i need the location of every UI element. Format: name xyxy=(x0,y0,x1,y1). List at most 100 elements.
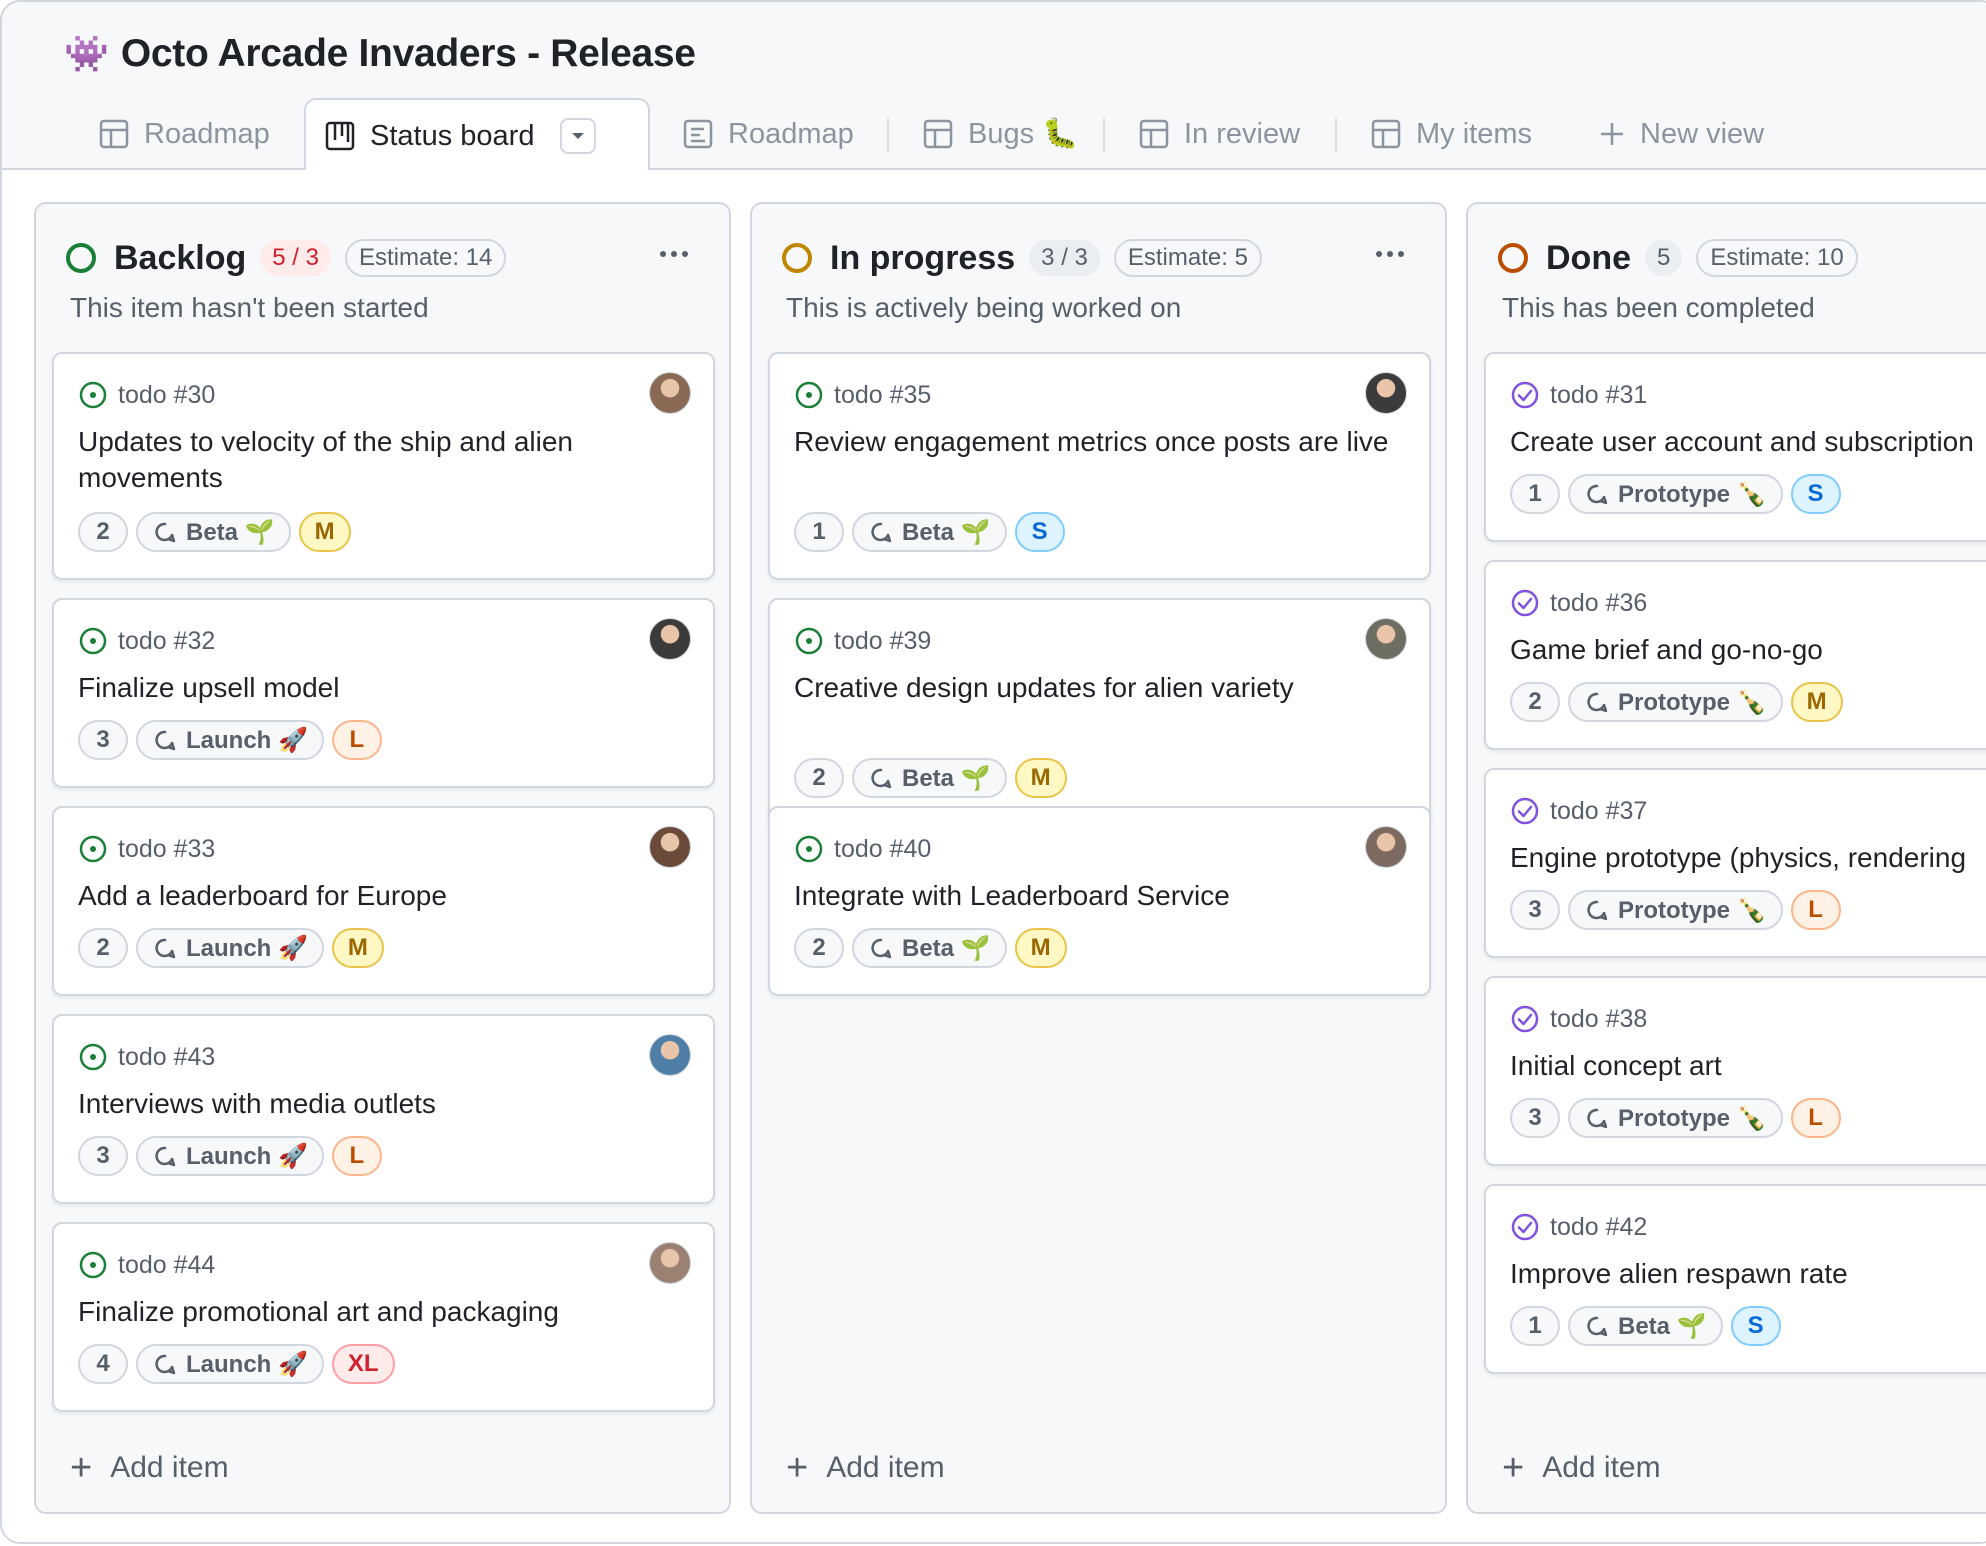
closed-issue-icon xyxy=(1511,589,1539,617)
assignee-avatar[interactable] xyxy=(649,618,691,660)
tab-label: Status board xyxy=(370,119,535,152)
issue-card[interactable]: todo #42 Improve alien respawn rate 1 Beta … xyxy=(1484,1184,1986,1374)
issue-fields: 2 Beta 🌱 M xyxy=(794,758,1067,798)
issue-title[interactable]: Initial concept art xyxy=(1510,1048,1986,1084)
size-token: M xyxy=(1014,758,1067,798)
issue-title[interactable]: Create user account and subscription xyxy=(1510,424,1986,460)
tab-roadmap[interactable]: Roadmap xyxy=(664,98,872,170)
add-item-button[interactable]: + Add item xyxy=(1502,1446,1661,1490)
view-options-dropdown[interactable] xyxy=(560,118,597,154)
issue-title[interactable]: Engine prototype (physics, rendering xyxy=(1510,840,1986,876)
issue-card[interactable]: todo #37 Engine prototype (physics, rende… xyxy=(1484,768,1986,958)
tab-roadmap-table[interactable]: Roadmap xyxy=(80,98,288,170)
issue-fields: 3 Launch 🚀 L xyxy=(78,1136,382,1176)
closed-issue-icon xyxy=(1511,797,1539,825)
issue-title[interactable]: Review engagement metrics once posts are… xyxy=(794,424,1389,460)
estimate-token: 2 xyxy=(78,928,128,968)
column-header: Backlog 5 / 3 Estimate: 14 xyxy=(66,232,699,284)
issue-card[interactable]: todo #30 Updates to velocity of the ship … xyxy=(52,352,715,580)
issue-card[interactable]: todo #33 Add a leaderboard for Europe 2 Lau… xyxy=(52,806,715,996)
issue-title[interactable]: Improve alien respawn rate xyxy=(1510,1256,1986,1292)
issue-card[interactable]: todo #38 Initial concept art 3 Prototype 🍾 L xyxy=(1484,976,1986,1166)
open-issue-icon xyxy=(79,381,107,409)
estimate-token: 1 xyxy=(794,512,844,552)
open-issue-icon xyxy=(79,1043,107,1071)
issue-number: todo #38 xyxy=(1550,1004,1648,1033)
item-count-badge: 3 / 3 xyxy=(1029,240,1100,276)
issue-card[interactable]: todo #35 Review engagement metrics once p… xyxy=(768,352,1431,580)
iteration-label: Beta 🌱 xyxy=(902,934,991,962)
estimate-badge: Estimate: 5 xyxy=(1113,239,1262,277)
issue-card[interactable]: todo #40 Integrate with Leaderboard Servi… xyxy=(768,806,1431,996)
estimate-badge: Estimate: 10 xyxy=(1696,239,1858,277)
issue-fields: 4 Launch 🚀 XL xyxy=(78,1344,395,1384)
tab-bugs[interactable]: Bugs 🐛 xyxy=(904,98,1096,170)
iteration-label: Beta 🌱 xyxy=(902,518,991,546)
issue-card[interactable]: todo #36 Game brief and go-no-go 2 Prototyp… xyxy=(1484,560,1986,750)
column-menu-button[interactable] xyxy=(649,236,699,272)
project-title-text: Octo Arcade Invaders - Release xyxy=(120,32,696,75)
issue-card[interactable]: todo #31 Create user account and subscrip… xyxy=(1484,352,1986,542)
open-issue-icon xyxy=(79,1251,107,1279)
assignee-avatar[interactable] xyxy=(1365,826,1407,868)
assignee-avatar[interactable] xyxy=(649,372,691,414)
issue-title[interactable]: Add a leaderboard for Europe xyxy=(78,878,673,914)
issue-title[interactable]: Creative design updates for alien variet… xyxy=(794,670,1389,706)
assignee-avatar[interactable] xyxy=(649,1242,691,1284)
board: Backlog 5 / 3 Estimate: 14 This item hasn't… xyxy=(2,170,1986,1542)
issue-number: todo #31 xyxy=(1550,380,1648,409)
iteration-icon xyxy=(155,938,176,959)
issue-card[interactable]: todo #39 Creative design updates for alie… xyxy=(768,598,1431,826)
size-token: S xyxy=(1790,474,1841,514)
estimate-token: 2 xyxy=(78,512,128,552)
iteration-label: Prototype 🍾 xyxy=(1618,1104,1767,1132)
issue-title[interactable]: Finalize promotional art and packaging xyxy=(78,1294,673,1330)
assignee-avatar[interactable] xyxy=(649,826,691,868)
issue-card[interactable]: todo #43 Interviews with media outlets 3 La… xyxy=(52,1014,715,1204)
iteration-icon xyxy=(1587,1316,1608,1337)
issue-title[interactable]: Updates to velocity of the ship and alie… xyxy=(78,424,673,496)
issue-card[interactable]: todo #44 Finalize promotional art and pac… xyxy=(52,1222,715,1412)
issue-fields: 2 Beta 🌱 M xyxy=(78,512,351,552)
tab-my-items[interactable]: My items xyxy=(1352,98,1550,170)
tab-in-review[interactable]: In review xyxy=(1120,98,1318,170)
size-token: M xyxy=(331,928,384,968)
tab-divider xyxy=(887,118,889,152)
size-token: S xyxy=(1730,1306,1781,1346)
size-token: L xyxy=(1790,1098,1841,1138)
issue-title[interactable]: Finalize upsell model xyxy=(78,670,673,706)
estimate-token: 4 xyxy=(78,1344,128,1384)
issue-title[interactable]: Integrate with Leaderboard Service xyxy=(794,878,1389,914)
size-token: L xyxy=(331,720,382,760)
column-menu-button[interactable] xyxy=(1365,236,1415,272)
assignee-avatar[interactable] xyxy=(649,1034,691,1076)
iteration-token: Beta 🌱 xyxy=(852,758,1007,798)
issue-fields: 2 Prototype 🍾 M xyxy=(1510,682,1843,722)
iteration-token: Beta 🌱 xyxy=(1568,1306,1723,1346)
tab-label: Bugs 🐛 xyxy=(968,118,1079,150)
issue-number: todo #30 xyxy=(118,380,216,409)
issue-fields: 1 Beta 🌱 S xyxy=(794,512,1065,552)
issue-title[interactable]: Interviews with media outlets xyxy=(78,1086,673,1122)
chevron-down-icon xyxy=(572,133,585,139)
column-title: Backlog xyxy=(114,238,247,277)
add-item-button[interactable]: + Add item xyxy=(70,1446,229,1490)
iteration-icon xyxy=(155,1146,176,1167)
column-header: In progress 3 / 3 Estimate: 5 xyxy=(782,232,1415,284)
item-count-badge: 5 xyxy=(1645,240,1683,276)
assignee-avatar[interactable] xyxy=(1365,372,1407,414)
new-view-button[interactable]: New view xyxy=(1580,98,1782,170)
issue-header: todo #35 xyxy=(794,378,931,412)
issue-fields: 3 Prototype 🍾 L xyxy=(1510,1098,1841,1138)
issue-title[interactable]: Game brief and go-no-go xyxy=(1510,632,1986,668)
add-item-button[interactable]: + Add item xyxy=(786,1446,945,1490)
iteration-label: Launch 🚀 xyxy=(186,1350,308,1378)
tab-status-board[interactable]: Status board xyxy=(304,98,650,172)
issue-number: todo #36 xyxy=(1550,588,1648,617)
add-item-label: Add item xyxy=(1542,1451,1661,1484)
size-token: XL xyxy=(331,1344,395,1384)
open-issue-icon xyxy=(795,381,823,409)
issue-card[interactable]: todo #32 Finalize upsell model 3 Launch 🚀 L xyxy=(52,598,715,788)
iteration-icon xyxy=(871,938,892,959)
assignee-avatar[interactable] xyxy=(1365,618,1407,660)
